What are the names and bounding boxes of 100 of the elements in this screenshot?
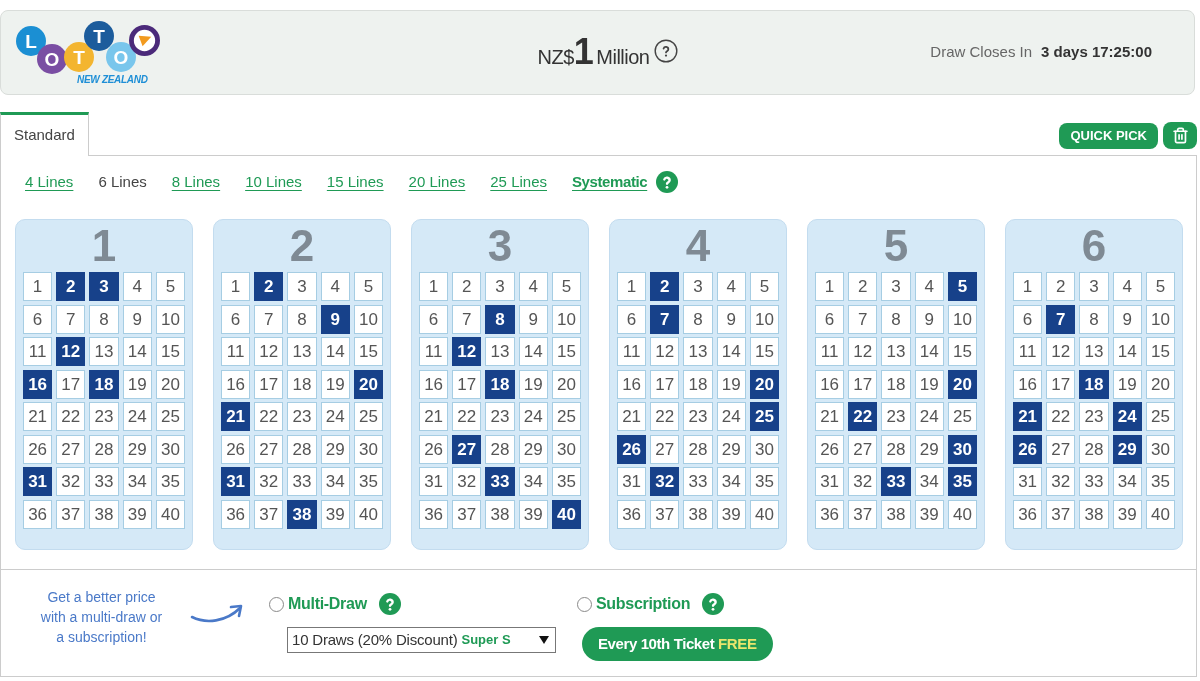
number-cell[interactable]: 18 — [683, 369, 713, 399]
number-cell[interactable]: 18 — [881, 369, 911, 399]
number-cell[interactable]: 40 — [155, 499, 185, 529]
number-cell[interactable]: 1 — [23, 272, 53, 301]
number-cell[interactable]: 9 — [716, 304, 746, 334]
number-cell[interactable]: 15 — [551, 337, 581, 366]
number-cell[interactable]: 9 — [914, 304, 944, 334]
number-cell[interactable]: 26 — [1013, 434, 1043, 464]
number-cell[interactable]: 8 — [881, 304, 911, 334]
number-cell[interactable]: 1 — [617, 272, 647, 301]
number-cell[interactable]: 20 — [155, 369, 185, 399]
number-cell[interactable]: 8 — [287, 304, 317, 334]
number-cell[interactable]: 38 — [1079, 499, 1109, 529]
number-cell[interactable]: 15 — [353, 337, 383, 366]
number-cell[interactable]: 30 — [947, 434, 977, 464]
number-cell[interactable]: 35 — [1145, 467, 1175, 496]
number-cell[interactable]: 2 — [848, 272, 878, 301]
line-option-link[interactable]: Systematic — [572, 170, 648, 194]
number-cell[interactable]: 20 — [353, 369, 383, 399]
radio-button[interactable] — [269, 596, 284, 612]
number-cell[interactable]: 34 — [518, 467, 548, 496]
number-cell[interactable]: 3 — [1079, 272, 1109, 301]
number-cell[interactable]: 36 — [221, 499, 251, 529]
number-cell[interactable]: 13 — [287, 337, 317, 366]
number-cell[interactable]: 16 — [815, 369, 845, 399]
number-cell[interactable]: 27 — [452, 434, 482, 464]
number-cell[interactable]: 39 — [1112, 499, 1142, 529]
number-cell[interactable]: 4 — [914, 272, 944, 301]
number-cell[interactable]: 3 — [89, 272, 119, 301]
number-cell[interactable]: 39 — [518, 499, 548, 529]
number-cell[interactable]: 17 — [254, 369, 284, 399]
number-cell[interactable]: 21 — [221, 402, 251, 431]
number-cell[interactable]: 20 — [947, 369, 977, 399]
number-cell[interactable]: 28 — [485, 434, 515, 464]
number-cell[interactable]: 38 — [881, 499, 911, 529]
number-cell[interactable]: 5 — [551, 272, 581, 301]
number-cell[interactable]: 23 — [1079, 402, 1109, 431]
draws-select[interactable]: 10 Draws (20% Discount) Super S — [287, 627, 556, 653]
number-cell[interactable]: 26 — [617, 434, 647, 464]
number-cell[interactable]: 28 — [881, 434, 911, 464]
number-cell[interactable]: 10 — [353, 304, 383, 334]
number-cell[interactable]: 5 — [1145, 272, 1175, 301]
number-cell[interactable]: 33 — [1079, 467, 1109, 496]
number-cell[interactable]: 12 — [452, 337, 482, 366]
number-cell[interactable]: 17 — [848, 369, 878, 399]
quick-pick-button[interactable]: QUICK PICK — [1059, 122, 1158, 149]
number-cell[interactable]: 40 — [1145, 499, 1175, 529]
number-cell[interactable]: 17 — [650, 369, 680, 399]
radio-button[interactable] — [577, 596, 592, 612]
number-cell[interactable]: 1 — [221, 272, 251, 301]
number-cell[interactable]: 28 — [89, 434, 119, 464]
line-option-link[interactable]: 8 Lines — [171, 170, 221, 194]
number-cell[interactable]: 25 — [947, 402, 977, 431]
number-cell[interactable]: 32 — [650, 467, 680, 496]
number-cell[interactable]: 37 — [56, 499, 86, 529]
number-cell[interactable]: 20 — [551, 369, 581, 399]
number-cell[interactable]: 31 — [419, 467, 449, 496]
number-cell[interactable]: 32 — [452, 467, 482, 496]
help-icon[interactable] — [653, 38, 678, 63]
number-cell[interactable]: 16 — [617, 369, 647, 399]
number-cell[interactable]: 39 — [320, 499, 350, 529]
number-cell[interactable]: 34 — [716, 467, 746, 496]
number-cell[interactable]: 1 — [419, 272, 449, 301]
number-cell[interactable]: 18 — [1079, 369, 1109, 399]
number-cell[interactable]: 36 — [617, 499, 647, 529]
number-cell[interactable]: 29 — [122, 434, 152, 464]
number-cell[interactable]: 22 — [650, 402, 680, 431]
number-cell[interactable]: 18 — [485, 369, 515, 399]
line-option-link[interactable]: 15 Lines — [326, 170, 384, 194]
number-cell[interactable]: 14 — [914, 337, 944, 366]
number-cell[interactable]: 16 — [23, 369, 53, 399]
number-cell[interactable]: 39 — [716, 499, 746, 529]
number-cell[interactable]: 9 — [122, 304, 152, 334]
number-cell[interactable]: 5 — [947, 272, 977, 301]
number-cell[interactable]: 21 — [815, 402, 845, 431]
number-cell[interactable]: 19 — [122, 369, 152, 399]
number-cell[interactable]: 40 — [353, 499, 383, 529]
number-cell[interactable]: 25 — [155, 402, 185, 431]
number-cell[interactable]: 7 — [254, 304, 284, 334]
number-cell[interactable]: 33 — [683, 467, 713, 496]
number-cell[interactable]: 7 — [1046, 304, 1076, 334]
number-cell[interactable]: 16 — [221, 369, 251, 399]
number-cell[interactable]: 10 — [749, 304, 779, 334]
number-cell[interactable]: 24 — [320, 402, 350, 431]
number-cell[interactable]: 4 — [518, 272, 548, 301]
number-cell[interactable]: 10 — [155, 304, 185, 334]
line-option-link[interactable]: 6 Lines — [98, 170, 147, 194]
number-cell[interactable]: 8 — [89, 304, 119, 334]
number-cell[interactable]: 18 — [89, 369, 119, 399]
number-cell[interactable]: 14 — [1112, 337, 1142, 366]
number-cell[interactable]: 19 — [914, 369, 944, 399]
number-cell[interactable]: 3 — [287, 272, 317, 301]
number-cell[interactable]: 17 — [56, 369, 86, 399]
number-cell[interactable]: 28 — [287, 434, 317, 464]
number-cell[interactable]: 6 — [1013, 304, 1043, 334]
number-cell[interactable]: 22 — [848, 402, 878, 431]
number-cell[interactable]: 27 — [1046, 434, 1076, 464]
number-cell[interactable]: 1 — [1013, 272, 1043, 301]
number-cell[interactable]: 4 — [320, 272, 350, 301]
number-cell[interactable]: 11 — [23, 337, 53, 366]
